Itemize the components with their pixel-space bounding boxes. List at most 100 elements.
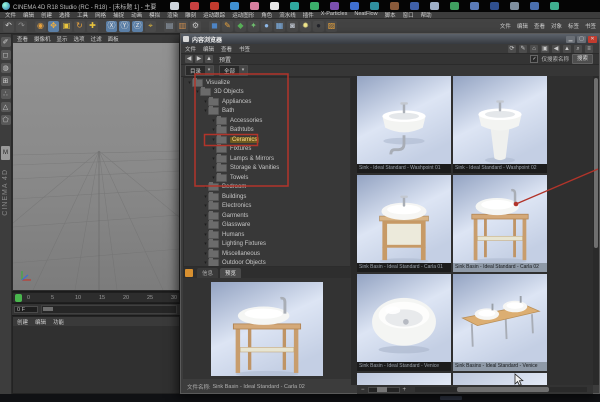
taskbar-app-icon[interactable] (430, 2, 439, 10)
back-nav-icon[interactable]: ◀ (552, 45, 560, 53)
parent-folder-icon[interactable]: ▲ (205, 55, 213, 63)
current-frame-field[interactable]: 0 F (14, 306, 38, 313)
tree-item-garments[interactable]: ▾Garments (184, 211, 350, 221)
viewport-menu-item[interactable]: 摄像机 (34, 35, 51, 43)
taskbar-app-icon[interactable] (550, 2, 559, 10)
browser-menu-item[interactable]: 编辑 (203, 45, 214, 53)
taskbar-app-icon[interactable] (170, 2, 179, 10)
polygons-mode-icon[interactable]: ⬠ (1, 115, 11, 125)
tree-item-bath[interactable]: ▾Bath (184, 107, 350, 117)
tree-item-electronics[interactable]: ▾Electronics (184, 202, 350, 212)
taskbar-app-icon[interactable] (350, 2, 359, 10)
menubar-item[interactable]: X-Particles (321, 11, 348, 19)
edges-mode-icon[interactable]: △ (1, 102, 11, 112)
taskbar-app-icon[interactable] (210, 2, 219, 10)
maximize-button[interactable]: ▢ (577, 36, 586, 43)
viewport-menu-item[interactable]: 显示 (57, 35, 68, 43)
menubar-item[interactable]: 脚本 (385, 11, 396, 19)
timeline-playhead[interactable] (15, 294, 22, 302)
home-icon[interactable]: ⌂ (530, 45, 538, 53)
add-spline-icon[interactable]: ✎ (222, 21, 233, 32)
menubar-item[interactable]: 编辑 (23, 11, 34, 19)
viewport-menu-item[interactable]: 选项 (74, 35, 85, 43)
material-menu-item[interactable]: 功能 (53, 318, 64, 326)
history-back-icon[interactable]: ◀ (185, 55, 193, 63)
tree-item-humans[interactable]: ▾Humans (184, 230, 350, 240)
tree-item-accessories[interactable]: ▾Accessories (184, 116, 350, 126)
texture-icon[interactable]: ▨ (326, 21, 337, 32)
menubar-item[interactable]: 窗口 (403, 11, 414, 19)
menubar-item[interactable]: 插件 (303, 11, 314, 19)
thumbnail-size-handle[interactable] (377, 387, 387, 392)
light-icon[interactable]: ✹ (300, 21, 311, 32)
breadcrumb[interactable]: 预置 (219, 55, 231, 64)
menubar-item[interactable]: 雕刻 (185, 11, 196, 19)
tab-预览[interactable]: 预览 (220, 268, 241, 278)
add-cube-icon[interactable]: ◼ (209, 21, 220, 32)
viewport-menu-item[interactable]: 面板 (108, 35, 119, 43)
taskbar-app-icon[interactable] (330, 2, 339, 10)
material-menu-item[interactable]: 编辑 (35, 318, 46, 326)
z-axis-lock-icon[interactable]: Ⓩ (132, 21, 143, 32)
menubar-item[interactable]: 帮助 (421, 11, 432, 19)
category-dropdown[interactable]: 目录 ▾ (185, 65, 214, 76)
undo-history-icon[interactable]: ✐ (1, 37, 11, 47)
y-axis-lock-icon[interactable]: Ⓨ (119, 21, 130, 32)
taskbar-app-icon[interactable] (410, 2, 419, 10)
thumbnail-zoom-out-button[interactable]: − (361, 387, 365, 393)
redo-icon[interactable]: ↷ (16, 21, 27, 32)
tree-item-fixtures[interactable]: ▾Fixtures (184, 145, 350, 155)
thumbnail-item[interactable]: Sink - Ideal Standard - Washpoint 01 (357, 76, 451, 173)
tree-item-miscellaneous[interactable]: ▾Miscellaneous (184, 249, 350, 259)
workplane-icon[interactable]: ⊞ (1, 76, 11, 86)
browser-menu-item[interactable]: 文件 (185, 45, 196, 53)
menubar-item[interactable]: 文件 (5, 11, 16, 19)
tree-item-lamps-mirrors[interactable]: ▾Lamps & Mirrors (184, 154, 350, 164)
search-icon[interactable]: ⌕ (574, 45, 582, 53)
object-manager-menu-item[interactable]: 标签 (568, 22, 579, 30)
search-name-checkbox[interactable]: ✓ (530, 55, 538, 63)
viewport-menu-item[interactable]: 过滤 (91, 35, 102, 43)
viewport-menu-item[interactable]: 查看 (17, 35, 28, 43)
menubar-item[interactable]: 流水线 (279, 11, 296, 19)
tree-item-lighting-fixtures[interactable]: ▾Lighting Fixtures (184, 240, 350, 250)
perspective-viewport[interactable]: 查看摄像机显示选项过滤面板 透视视图 (12, 34, 180, 291)
tree-item-glassware[interactable]: ▾Glassware (184, 221, 350, 231)
taskbar-app-icon[interactable] (270, 2, 279, 10)
object-manager-menu-item[interactable]: 对象 (551, 22, 562, 30)
taskbar-app-icon[interactable] (290, 2, 299, 10)
refresh-icon[interactable]: ⟳ (508, 45, 516, 53)
tree-item-bedroom[interactable]: ▾Bedroom (184, 183, 350, 193)
horizontal-scrollbar[interactable] (415, 387, 587, 392)
thumbnail-item[interactable]: Sink Basin - Ideal Standard - Venice (357, 274, 451, 371)
object-manager-menu-item[interactable]: 查看 (534, 22, 545, 30)
material-menu-item[interactable]: 创建 (17, 318, 28, 326)
add-scene-object-icon[interactable]: ● (261, 21, 272, 32)
tree-item-buildings[interactable]: ▾Buildings (184, 192, 350, 202)
object-manager-menu-item[interactable]: 编辑 (517, 22, 528, 30)
object-manager-menu-item[interactable]: 书签 (585, 22, 596, 30)
menubar-item[interactable]: 网格 (95, 11, 106, 19)
taskbar-app-icon[interactable] (530, 2, 539, 10)
vertical-scrollbar[interactable] (593, 76, 599, 385)
thumbnail-item[interactable]: Sink - Ideal Standard - Washpoint 02 (453, 76, 547, 173)
taskbar-app-icon[interactable] (250, 2, 259, 10)
folder-view-icon[interactable]: ▣ (541, 45, 549, 53)
minimize-button[interactable]: ▁ (566, 36, 575, 43)
tab-信息[interactable]: 信息 (197, 268, 218, 278)
search-button[interactable]: 搜索 (572, 54, 593, 64)
render-picture-viewer-icon[interactable]: ▥ (177, 21, 188, 32)
taskbar-app-icon[interactable] (370, 2, 379, 10)
thumbnail-item[interactable]: Sink Basin - Ideal Standard - Carla 01 (357, 175, 451, 272)
menubar-item[interactable]: 渲染 (167, 11, 178, 19)
move-tool-icon[interactable]: ✥ (48, 21, 59, 32)
render-settings-icon[interactable]: ⚙ (190, 21, 201, 32)
tree-item-bathtubs[interactable]: ▾Bathtubs (184, 126, 350, 136)
tree-item-3d-objects[interactable]: ▾3D Objects (184, 88, 350, 98)
tree-item-outdoor-objects[interactable]: ▾Outdoor Objects (184, 259, 350, 268)
browser-menu-item[interactable]: 查看 (221, 45, 232, 53)
undo-icon[interactable]: ↶ (3, 21, 14, 32)
tree-item-ceramics[interactable]: ▾Ceramics (184, 135, 350, 145)
taskbar-app-icon[interactable] (310, 2, 319, 10)
rotate-tool-icon[interactable]: ↻ (74, 21, 85, 32)
